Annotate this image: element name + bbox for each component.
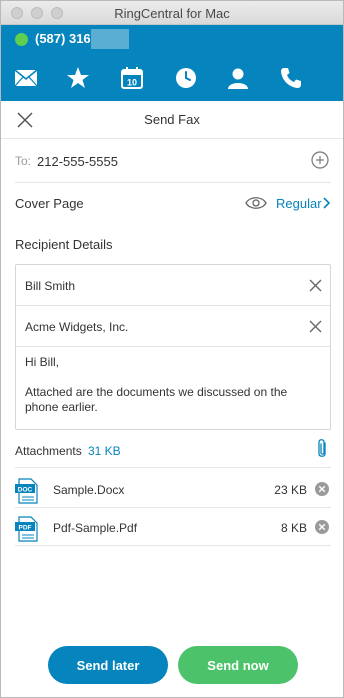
attachments-label: Attachments: [15, 444, 82, 458]
main-nav: 10: [1, 55, 343, 101]
attachments-total-size: 31 KB: [88, 444, 121, 458]
nav-recent[interactable]: [171, 63, 201, 93]
add-recipient-icon[interactable]: [311, 151, 329, 169]
window-title: RingCentral for Mac: [114, 6, 230, 21]
attachments-header: Attachments 31 KB: [15, 438, 331, 468]
nav-contacts[interactable]: [223, 63, 253, 93]
redacted-digits: [91, 29, 129, 49]
paperclip-icon[interactable]: [315, 438, 329, 460]
presence-status-icon: [15, 33, 28, 46]
remove-attachment-icon[interactable]: [315, 482, 329, 496]
to-row: To:: [15, 139, 331, 183]
presence-bar[interactable]: (587) 316-: [1, 25, 343, 55]
file-badge: PDF: [19, 525, 32, 532]
recipient-name-field: [16, 265, 330, 306]
send-now-button[interactable]: Send now: [178, 646, 298, 684]
cover-page-label: Cover Page: [15, 196, 84, 211]
file-name: Sample.Docx: [53, 483, 125, 497]
clear-icon[interactable]: [309, 320, 322, 333]
file-badge: DOC: [18, 487, 33, 494]
phone-icon: [281, 68, 301, 88]
clear-icon[interactable]: [309, 279, 322, 292]
app-window: RingCentral for Mac (587) 316- 10 Send F…: [0, 0, 344, 698]
recipient-details-card: Hi Bill, Attached are the documents we d…: [15, 264, 331, 430]
title-bar: RingCentral for Mac: [1, 1, 343, 25]
recipient-details-label: Recipient Details: [15, 237, 113, 252]
pdf-file-icon: PDF: [15, 516, 38, 542]
clock-icon: [176, 68, 196, 88]
calendar-icon: 10: [121, 67, 143, 89]
phone-number: (587) 316-: [35, 31, 95, 46]
recipient-name-input[interactable]: [25, 277, 295, 295]
nav-messages[interactable]: [11, 63, 41, 93]
to-input[interactable]: [37, 151, 297, 171]
recipient-company-input[interactable]: [25, 318, 295, 336]
attachment-item: PDF Pdf-Sample.Pdf 8 KB: [15, 508, 331, 546]
remove-attachment-icon[interactable]: [315, 520, 329, 534]
envelope-icon: [14, 69, 38, 87]
file-size: 23 KB: [274, 483, 307, 497]
chevron-right-icon: [323, 197, 331, 209]
nav-phone[interactable]: [276, 63, 306, 93]
to-label: To:: [15, 154, 32, 168]
calendar-day: 10: [127, 78, 137, 88]
send-later-button[interactable]: Send later: [48, 646, 168, 684]
cover-message-textarea[interactable]: Hi Bill, Attached are the documents we d…: [25, 355, 321, 415]
cover-page-value[interactable]: Regular: [276, 196, 322, 211]
file-size: 8 KB: [280, 521, 307, 535]
nav-favorites[interactable]: [63, 63, 93, 93]
star-icon: [67, 67, 89, 88]
recipient-company-field: [16, 306, 330, 347]
compose-header: Send Fax: [1, 101, 343, 139]
person-icon: [228, 68, 248, 89]
eye-icon[interactable]: [245, 195, 267, 211]
attachment-item: DOC Sample.Docx 23 KB: [15, 470, 331, 508]
file-name: Pdf-Sample.Pdf: [53, 521, 138, 535]
cover-page-row[interactable]: Cover Page Regular: [15, 183, 331, 223]
page-title: Send Fax: [144, 112, 200, 127]
nav-calendar[interactable]: 10: [117, 63, 147, 93]
doc-file-icon: DOC: [15, 478, 38, 504]
